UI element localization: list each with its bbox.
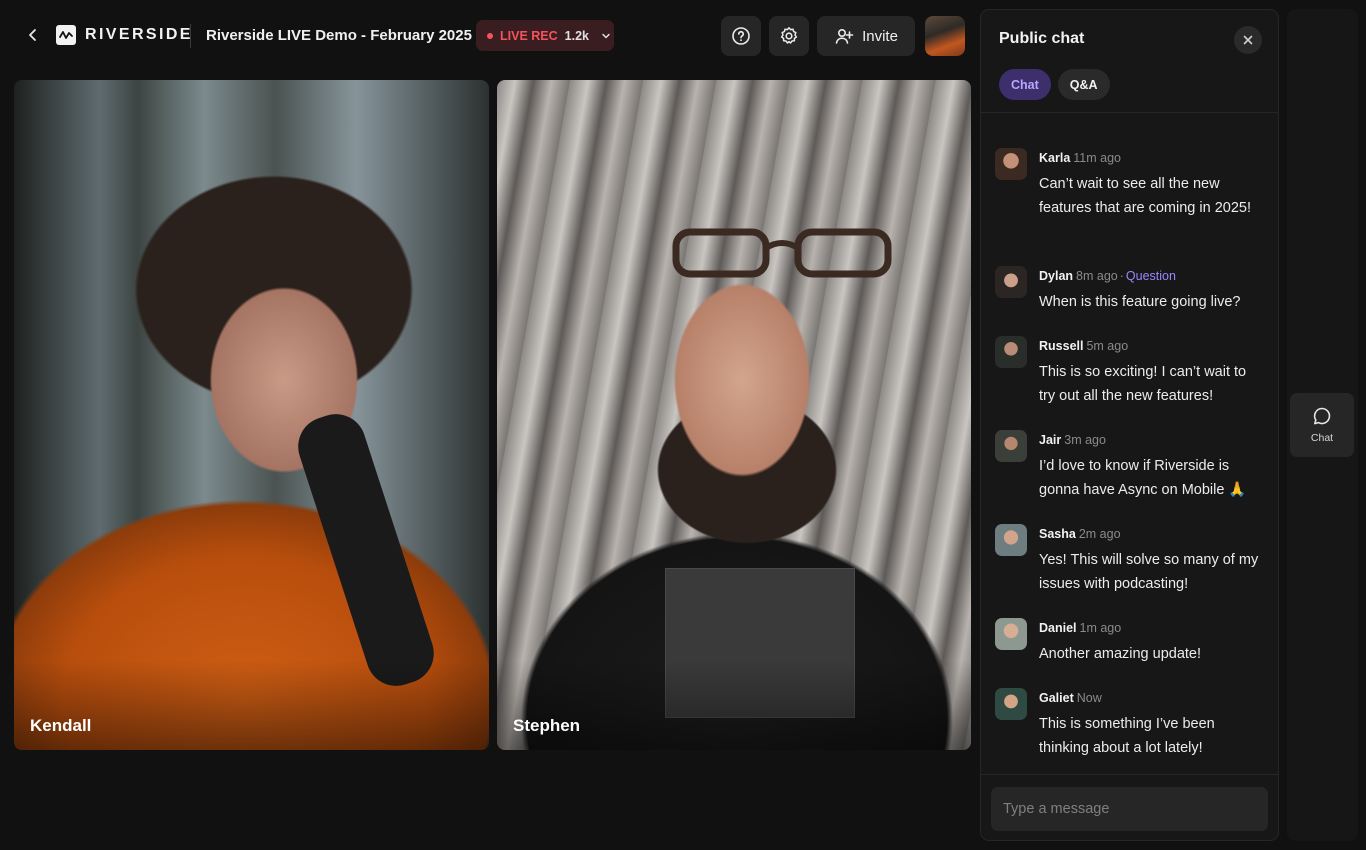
avatar [995, 618, 1027, 650]
message-text: Another amazing update! [1039, 646, 1202, 662]
invite-label: Invite [862, 27, 898, 45]
sender-name: Daniel [1039, 621, 1077, 635]
message-time: Now [1076, 691, 1102, 705]
rail-chat-label: Chat [1310, 432, 1334, 444]
message-text: This is something I’ve been thinking abo… [1039, 716, 1215, 756]
message-time: 5m ago [1086, 339, 1129, 353]
tab-qa[interactable]: Q&A [1057, 69, 1110, 100]
tile-gradient [497, 660, 971, 750]
message-composer [981, 774, 1278, 840]
video-tile-kendall[interactable]: Kendall [14, 80, 489, 750]
invite-button[interactable]: Invite [817, 16, 915, 56]
public-chat-panel: Public chat Chat Q&A Karla 11m ago Can’t … [980, 9, 1279, 841]
message-text: When is this feature going live? [1039, 294, 1241, 310]
viewer-count: 1.2k [564, 28, 589, 43]
message-meta: Daniel 1m ago [1039, 621, 1121, 635]
chat-title: Public chat [999, 30, 1085, 47]
message-meta: Galiet Now [1039, 691, 1102, 705]
meta-separator: · [1119, 269, 1124, 283]
message-meta: Dylan 8m ago · Question [1039, 269, 1176, 283]
sender-name: Jair [1039, 433, 1062, 447]
message-time: 11m ago [1073, 151, 1121, 165]
avatar [995, 266, 1027, 298]
close-chat-button[interactable] [1234, 26, 1262, 54]
live-dot-icon [487, 32, 493, 39]
sender-name: Karla [1039, 151, 1071, 165]
settings-button[interactable] [769, 16, 809, 56]
header-divider [190, 24, 191, 48]
close-icon [1243, 35, 1253, 45]
top-bar: RIVERSIDE Riverside LIVE Demo - February… [0, 0, 978, 72]
avatar [995, 688, 1027, 720]
message-text: This is so exciting! I can’t wait to try… [1039, 364, 1247, 404]
message-meta: Russell 5m ago [1039, 339, 1128, 353]
session-title: Riverside LIVE Demo - February 2025 [206, 27, 472, 44]
microphone-image [290, 406, 442, 694]
message-text: Yes! This will solve so many of my issue… [1039, 552, 1259, 592]
video-tile-stephen[interactable]: Stephen [497, 80, 971, 750]
sender-name: Galiet [1039, 691, 1074, 705]
user-avatar[interactable] [925, 16, 965, 56]
chat-header: Public chat Chat Q&A [981, 10, 1278, 113]
back-button[interactable] [22, 24, 44, 46]
live-rec-badge[interactable]: LIVE REC 1.2k [476, 20, 614, 51]
chevron-left-icon [29, 29, 36, 41]
rail-chat-button[interactable]: Chat [1290, 393, 1354, 457]
gear-icon [780, 27, 798, 44]
add-user-icon [835, 28, 854, 44]
sender-name: Russell [1039, 339, 1084, 353]
participant-name: Stephen [513, 716, 581, 735]
message-list[interactable]: Karla 11m ago Can’t wait to see all the n… [981, 114, 1278, 774]
message-time: 3m ago [1064, 433, 1106, 447]
message-text: I’d love to know if Riverside is gonna h… [1039, 458, 1247, 498]
help-button[interactable] [721, 16, 761, 56]
chat-bubble-icon [1313, 407, 1331, 425]
sender-name: Sasha [1039, 527, 1076, 541]
avatar [995, 148, 1027, 180]
message-time: 1m ago [1079, 621, 1122, 635]
message-time: 8m ago [1076, 269, 1118, 283]
message-meta: Jair 3m ago [1039, 433, 1106, 447]
riverside-logo[interactable]: RIVERSIDE [56, 25, 193, 45]
message-input[interactable] [991, 787, 1268, 831]
message-time: 2m ago [1078, 527, 1121, 541]
chat-tabs: Chat Q&A [999, 69, 1110, 100]
live-rec-label: LIVE REC [500, 28, 558, 43]
help-circle-icon [732, 27, 750, 45]
message-meta: Karla 11m ago [1039, 151, 1121, 165]
tile-gradient [14, 660, 489, 750]
message-meta: Sasha 2m ago [1039, 527, 1121, 541]
logo-text: RIVERSIDE [85, 26, 193, 43]
sender-name: Dylan [1039, 269, 1074, 283]
riverside-logo-icon [56, 25, 76, 45]
glasses-image [672, 228, 892, 278]
chevron-down-icon [600, 30, 612, 42]
right-rail: Chat [1287, 9, 1358, 841]
message-text: Can’t wait to see all the new features t… [1039, 176, 1251, 216]
avatar [995, 430, 1027, 462]
question-tag: Question [1125, 269, 1176, 283]
avatar [995, 524, 1027, 556]
participant-name: Kendall [30, 716, 92, 735]
tab-chat[interactable]: Chat [999, 69, 1051, 100]
avatar [995, 336, 1027, 368]
